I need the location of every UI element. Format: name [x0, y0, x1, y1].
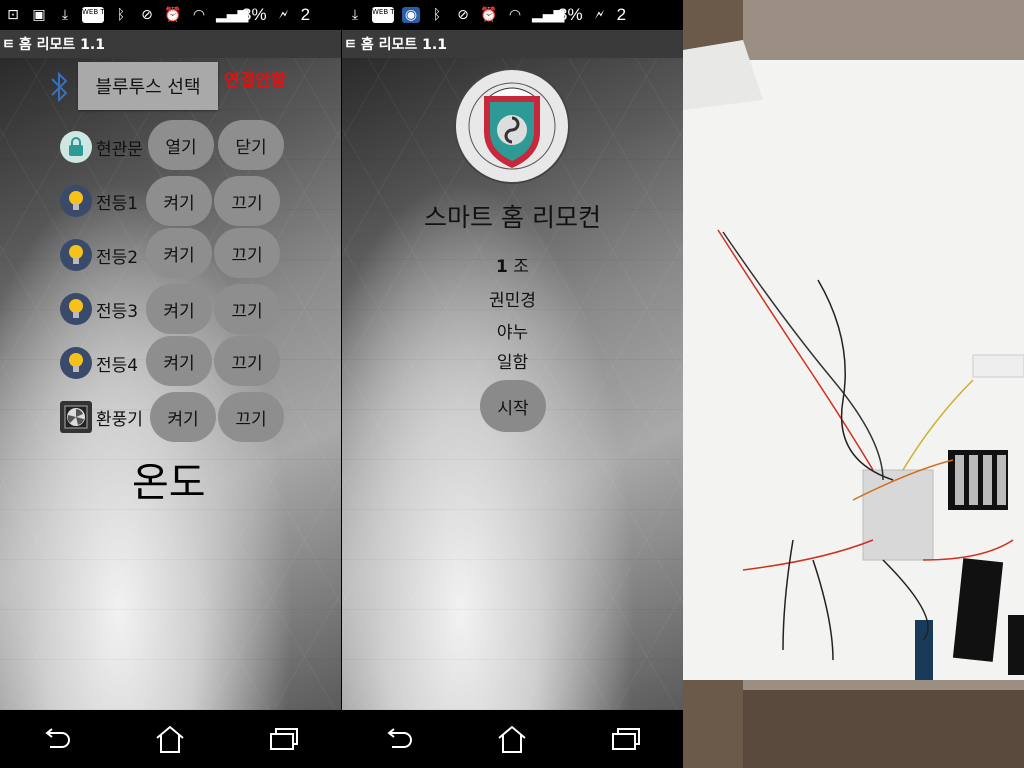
back-icon[interactable]: [37, 719, 77, 759]
battery-percent: 3%: [242, 5, 267, 24]
device-label: 현관문: [96, 139, 143, 160]
start-button[interactable]: 시작: [480, 380, 546, 432]
mute-icon: ⊘: [457, 7, 469, 23]
alarm-icon: ⏰: [480, 7, 498, 23]
team-label: 1 조: [342, 252, 683, 277]
device-row-fan: 환풍기: [60, 392, 143, 442]
webtoon-icon: WEB TOON: [82, 7, 121, 23]
connection-status: 연결안함: [224, 71, 287, 91]
bulb-icon: [60, 347, 92, 379]
device-row-light1: 전등1: [60, 176, 138, 226]
light1-on-button[interactable]: 켜기: [146, 176, 212, 226]
battery-icon: 🗲: [594, 7, 605, 23]
app-titlebar: ㅌ 홈 리모트 1.1: [0, 30, 341, 58]
alarm-icon: ⏰: [164, 7, 182, 23]
signal-icon: ▂▄▆: [532, 7, 565, 23]
download-icon: ⤓: [351, 7, 359, 23]
bulb-icon: [60, 293, 92, 325]
light2-off-button[interactable]: 끄기: [214, 228, 280, 278]
light4-off-button[interactable]: 끄기: [214, 336, 280, 386]
wifi-icon: ◠: [508, 7, 522, 23]
bluetooth-icon: ᛒ: [432, 7, 442, 23]
fan-icon: [60, 401, 92, 433]
navigation-bar: [342, 710, 683, 768]
remote-content: 블루투스 선택 연결안함 현관문 열기 닫기 전등1 켜기 끄기 전등2 켜기: [0, 58, 341, 710]
title-prefix: ㅌ: [344, 37, 357, 53]
fan-off-button[interactable]: 끄기: [218, 392, 284, 442]
battery-icon: 🗲: [278, 7, 289, 23]
device-label: 전등1: [96, 193, 139, 214]
webtoon-icon: WEB TOON: [372, 7, 411, 23]
battery-percent: 3%: [558, 5, 583, 24]
device-label: 전등4: [96, 355, 139, 376]
door-open-button[interactable]: 열기: [148, 120, 214, 170]
mute-icon: ⊘: [141, 7, 153, 23]
bulb-icon: [60, 185, 92, 217]
app-main-title: 스마트 홈 리모컨: [424, 203, 601, 232]
device-row-light3: 전등3: [60, 284, 138, 334]
recent-apps-icon[interactable]: [606, 719, 646, 759]
clock: 2: [616, 5, 627, 24]
device-label: 전등3: [96, 301, 139, 322]
app-title: 홈 리모트 1.1: [18, 37, 105, 53]
remote-control-screen: ⊡ ▣ ⤓ WEB TOON ᛒ ⊘ ⏰ ◠ ▂▄▆ 3% 🗲 2 ㅌ 홈 리모…: [0, 0, 341, 768]
bluetooth-icon: ᛒ: [116, 7, 126, 23]
light3-on-button[interactable]: 켜기: [146, 284, 212, 334]
title-prefix: ㅌ: [2, 37, 15, 53]
back-icon[interactable]: [379, 719, 419, 759]
home-icon[interactable]: [492, 719, 532, 759]
member-name: 일함: [496, 353, 529, 373]
fan-on-button[interactable]: 켜기: [150, 392, 216, 442]
recent-apps-icon[interactable]: [264, 719, 304, 759]
wifi-icon: ◠: [192, 7, 206, 23]
device-row-light4: 전등4: [60, 338, 138, 388]
member-name: 권민경: [489, 291, 536, 311]
temperature-label: 온도: [132, 460, 206, 506]
bulb-icon: [60, 239, 92, 271]
light1-off-button[interactable]: 끄기: [214, 176, 280, 226]
circuit-board-image: [683, 0, 1024, 768]
team-suffix: 조: [513, 257, 529, 277]
home-icon[interactable]: [150, 719, 190, 759]
clock: 2: [300, 5, 311, 24]
app-title: 홈 리모트 1.1: [360, 37, 447, 53]
lock-icon: [60, 131, 92, 163]
intro-content: 스마트 홈 리모컨 1 조 권민경 야누 일함 시작: [342, 58, 683, 710]
light3-off-button[interactable]: 끄기: [214, 284, 280, 334]
intro-screen: ⤓ WEB TOON ◉ ᛒ ⊘ ⏰ ◠ ▂▄▆ 3% 🗲 2 ㅌ 홈 리모트 …: [342, 0, 683, 768]
signal-icon: ▂▄▆: [216, 7, 249, 23]
light4-on-button[interactable]: 켜기: [146, 336, 212, 386]
app-titlebar: ㅌ 홈 리모트 1.1: [342, 30, 683, 58]
bluetooth-icon: [48, 70, 72, 108]
bluetooth-select-button[interactable]: 블루투스 선택: [78, 62, 218, 110]
light2-on-button[interactable]: 켜기: [146, 228, 212, 278]
device-label: 전등2: [96, 247, 139, 268]
status-bar: ⤓ WEB TOON ◉ ᛒ ⊘ ⏰ ◠ ▂▄▆ 3% 🗲 2: [342, 0, 683, 30]
hardware-photo: [683, 0, 1024, 768]
status-bar: ⊡ ▣ ⤓ WEB TOON ᛒ ⊘ ⏰ ◠ ▂▄▆ 3% 🗲 2: [0, 0, 341, 30]
device-label: 환풍기: [96, 409, 143, 430]
device-row-door: 현관문: [60, 122, 143, 172]
navigation-bar: [0, 710, 341, 768]
university-logo: [452, 66, 572, 186]
device-row-light2: 전등2: [60, 230, 138, 280]
gallery-icon: ▣: [32, 7, 46, 23]
app-notification-icon: ◉: [402, 7, 420, 23]
screenshot-icon: ⊡: [7, 7, 19, 23]
team-number: 1: [496, 257, 508, 277]
door-close-button[interactable]: 닫기: [218, 120, 284, 170]
member-name: 야누: [496, 323, 529, 343]
download-icon: ⤓: [61, 7, 69, 23]
